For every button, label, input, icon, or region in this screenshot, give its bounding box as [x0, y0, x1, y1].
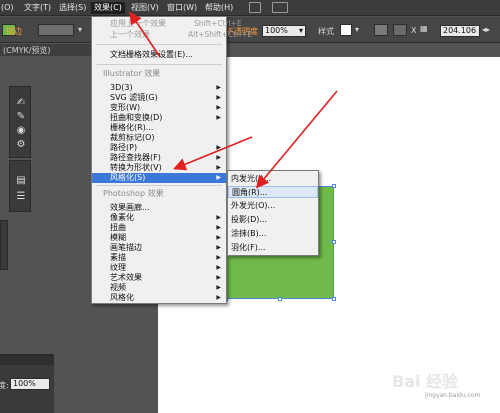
watermark-url: jingyan.baidu.com: [425, 392, 481, 399]
arrow-to-effect-menu: [129, 11, 161, 58]
annotation-arrows: [129, 11, 338, 189]
arrow-to-stylize-item: [173, 136, 253, 171]
arrow-to-round-corners: [255, 90, 338, 189]
watermark-logo: Bai 经验: [392, 372, 459, 391]
